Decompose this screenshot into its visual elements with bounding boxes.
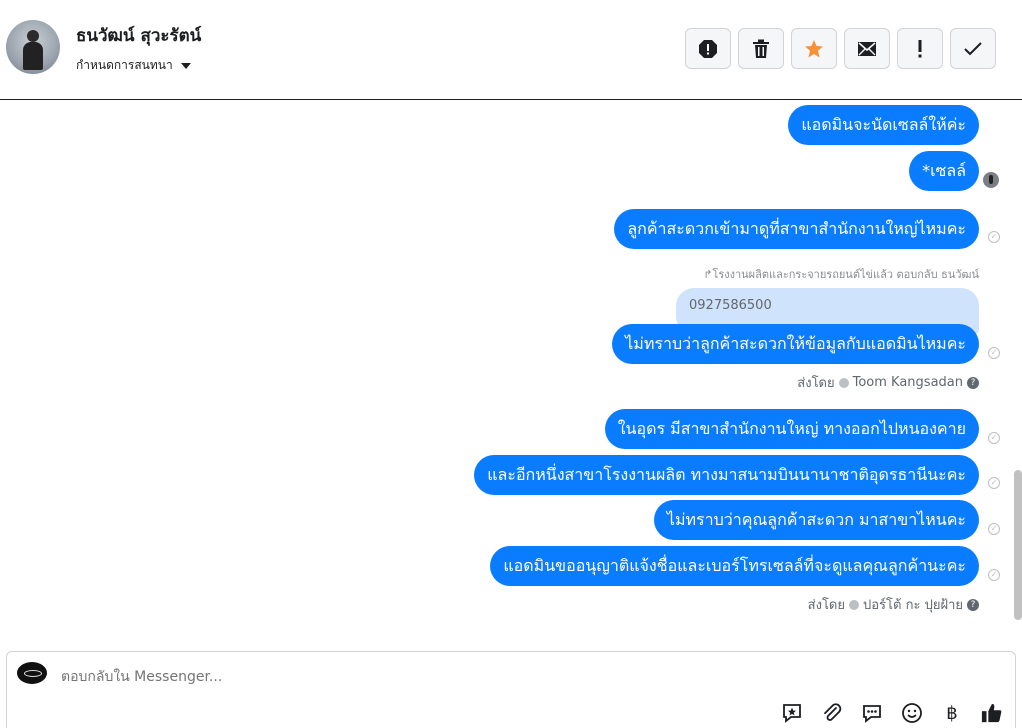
message-bubble[interactable]: ไม่ทราบว่าลูกค้าสะดวกให้ข้อมูลกับแอดมินไ…: [612, 324, 979, 364]
mark-unread-button[interactable]: [844, 28, 890, 69]
alert-octagon-icon: [699, 39, 717, 58]
header-actions: [685, 28, 996, 69]
saved-reply-icon[interactable]: [861, 702, 883, 724]
message-bubble[interactable]: *เซลล์: [909, 151, 979, 191]
message-bubble[interactable]: แอดมินขออนุญาติแจ้งชื่อและเบอร์โทรเซลล์ท…: [490, 546, 979, 586]
sent-status-icon: ✓: [988, 432, 1000, 444]
verified-icon: [849, 599, 859, 610]
scrollbar[interactable]: [1014, 470, 1022, 620]
attach-icon[interactable]: [821, 702, 843, 724]
reply-composer: ฿: [6, 651, 1016, 728]
message-bubble[interactable]: ลูกค้าสะดวกเข้ามาดูที่สาขาสำนักงานใหญ่ไห…: [614, 209, 979, 249]
check-icon: [964, 41, 982, 55]
reply-input[interactable]: [61, 666, 761, 688]
sent-by-label: ส่งโดย Toom Kangsadan ?: [797, 372, 979, 393]
message-bubble[interactable]: ในอุดร มีสาขาสำนักงานใหญ่ ทางออกไปหนองคา…: [604, 409, 979, 449]
contact-avatar[interactable]: [6, 20, 60, 74]
envelope-icon: [858, 41, 876, 56]
help-icon[interactable]: ?: [967, 598, 979, 611]
page-avatar: [17, 662, 47, 684]
star-button[interactable]: [791, 28, 837, 69]
caret-down-icon: [180, 62, 191, 69]
verified-icon: [838, 377, 849, 388]
seen-avatar-icon: [983, 172, 999, 188]
follow-up-button[interactable]: [897, 28, 943, 69]
sent-status-icon: ✓: [988, 347, 1000, 359]
star-icon: [805, 39, 823, 57]
contact-name[interactable]: ธนวัฒน์ สุวะรัตน์: [76, 22, 201, 49]
sent-status-icon: ✓: [988, 569, 1000, 581]
message-bubble[interactable]: ไม่ทราบว่าคุณลูกค้าสะดวก มาสาขาไหนคะ: [653, 500, 979, 540]
like-icon[interactable]: [981, 702, 1003, 724]
reply-note-text: โรงงานผลิตและกระจายรถยนต์ไข่แล้ว ตอบกลับ…: [712, 268, 979, 281]
assign-label: กำหนดการสนทนา: [76, 58, 173, 72]
sent-status-icon: ✓: [988, 231, 1000, 243]
sent-by-prefix: ส่งโดย: [807, 598, 845, 613]
assign-conversation-dropdown[interactable]: กำหนดการสนทนา: [76, 56, 191, 75]
sent-status-icon: ✓: [988, 523, 1000, 535]
delete-button[interactable]: [738, 28, 784, 69]
sent-status-icon: ✓: [988, 477, 1000, 489]
trash-icon: [753, 39, 769, 58]
sender-name: ปอร์โต้ กะ ปุยฝ้าย: [863, 598, 963, 613]
reply-context-note: ↱โรงงานผลิตและกระจายรถยนต์ไข่แล้ว ตอบกลั…: [703, 268, 979, 281]
exclamation-icon: [918, 39, 922, 57]
sender-name: Toom Kangsadan: [852, 375, 963, 390]
sent-by-prefix: ส่งโดย: [797, 376, 835, 391]
quick-reply-icon[interactable]: [781, 702, 803, 724]
message-thread[interactable]: แอดมินจะนัดเซลล์ให้ค่ะ *เซลล์ ลูกค้าสะดว…: [0, 100, 1022, 640]
message-bubble[interactable]: แอดมินจะนัดเซลล์ให้ค่ะ: [788, 105, 979, 145]
mark-done-button[interactable]: [950, 28, 996, 69]
conversation-header: ธนวัฒน์ สุวะรัตน์ กำหนดการสนทนา: [0, 0, 1022, 100]
message-bubble[interactable]: และอีกหนึ่งสาขาโรงงานผลิต ทางมาสนามบินนา…: [474, 455, 979, 495]
sent-by-label: ส่งโดย ปอร์โต้ กะ ปุยฝ้าย ?: [808, 594, 979, 615]
emoji-icon[interactable]: [901, 702, 923, 724]
baht-icon[interactable]: ฿: [941, 702, 963, 724]
help-icon[interactable]: ?: [967, 376, 979, 389]
composer-toolbar: ฿: [781, 702, 1003, 724]
spam-button[interactable]: [685, 28, 731, 69]
